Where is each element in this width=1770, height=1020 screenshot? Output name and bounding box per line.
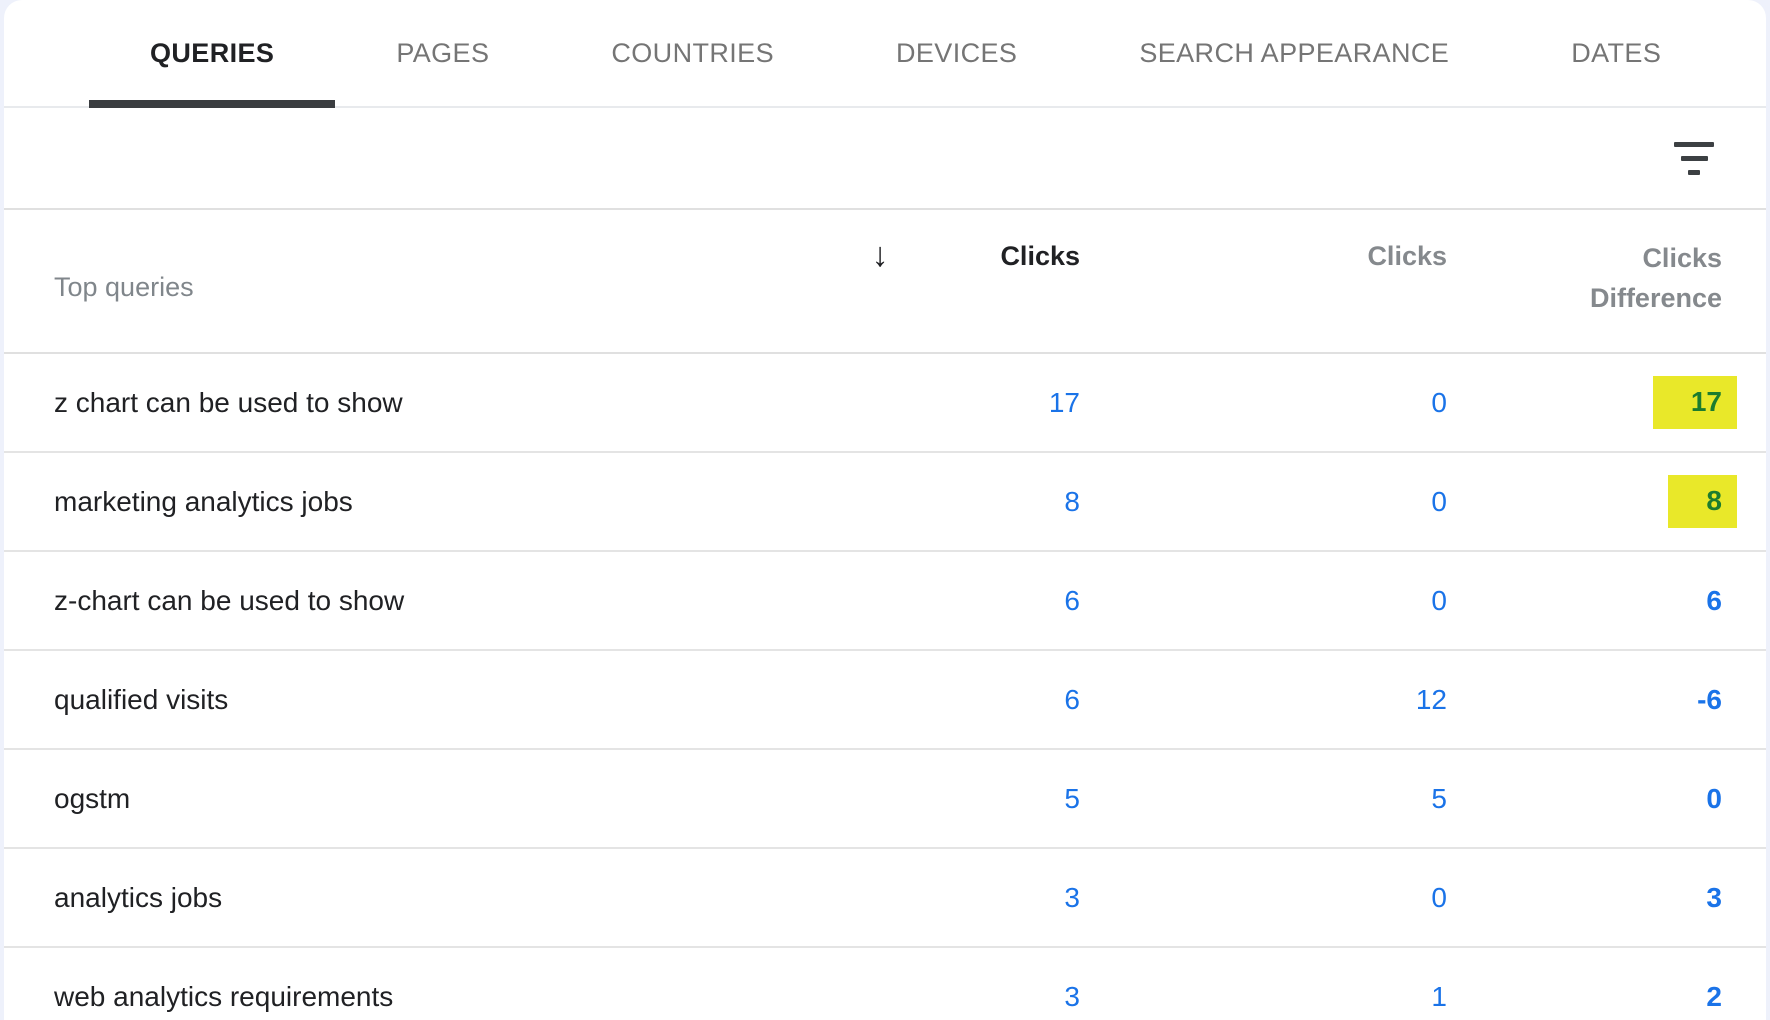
clicks-current-cell[interactable]: 5 xyxy=(800,783,1080,815)
clicks-difference-cell: 8 xyxy=(1447,475,1737,528)
clicks-previous-cell[interactable]: 1 xyxy=(1080,981,1447,1013)
tab-pages[interactable]: PAGES xyxy=(335,0,550,106)
query-cell: marketing analytics jobs xyxy=(54,485,353,517)
table-row[interactable]: qualified visits 6 12 -6 xyxy=(4,651,1766,750)
clicks-previous-cell[interactable]: 0 xyxy=(1080,585,1447,617)
tab-search-appearance[interactable]: SEARCH APPEARANCE xyxy=(1078,0,1510,106)
difference-value: 2 xyxy=(1706,980,1722,1012)
clicks-previous-cell[interactable]: 0 xyxy=(1080,882,1447,914)
clicks-difference-cell: 17 xyxy=(1447,376,1737,429)
table-row[interactable]: z chart can be used to show 17 0 17 xyxy=(4,354,1766,453)
clicks-difference-cell: 3 xyxy=(1447,882,1722,914)
table-toolbar xyxy=(4,108,1766,210)
clicks-current-cell[interactable]: 6 xyxy=(800,585,1080,617)
clicks-difference-header-line1: Clicks xyxy=(1642,243,1722,273)
dimension-tabs: QUERIES PAGES COUNTRIES DEVICES SEARCH A… xyxy=(4,0,1766,108)
tab-countries[interactable]: COUNTRIES xyxy=(550,0,835,106)
table-header-row: Top queries ↓ Clicks Clicks Clicks Diffe… xyxy=(4,210,1766,354)
top-queries-header[interactable]: Top queries xyxy=(54,210,800,352)
sort-descending-icon[interactable]: ↓ xyxy=(871,238,888,272)
clicks-previous-cell[interactable]: 0 xyxy=(1080,486,1447,518)
table-row[interactable]: analytics jobs 3 0 3 xyxy=(4,849,1766,948)
difference-value: 6 xyxy=(1706,584,1722,616)
clicks-current-cell[interactable]: 8 xyxy=(800,486,1080,518)
tab-dates[interactable]: DATES xyxy=(1510,0,1722,106)
clicks-previous-header[interactable]: Clicks xyxy=(1080,210,1447,352)
clicks-previous-cell[interactable]: 5 xyxy=(1080,783,1447,815)
clicks-current-cell[interactable]: 6 xyxy=(800,684,1080,716)
clicks-difference-cell: 6 xyxy=(1447,585,1722,617)
tab-queries[interactable]: QUERIES xyxy=(89,0,336,108)
clicks-previous-cell[interactable]: 12 xyxy=(1080,684,1447,716)
difference-value: -6 xyxy=(1697,683,1722,715)
clicks-current-cell[interactable]: 17 xyxy=(800,387,1080,419)
filter-list-icon[interactable] xyxy=(1668,136,1720,181)
query-cell: ogstm xyxy=(54,782,131,814)
query-cell: z-chart can be used to show xyxy=(54,584,405,616)
difference-value: 0 xyxy=(1706,782,1722,814)
clicks-current-header-cell[interactable]: ↓ Clicks xyxy=(800,210,1080,352)
query-cell: z chart can be used to show xyxy=(54,386,403,418)
clicks-previous-cell[interactable]: 0 xyxy=(1080,387,1447,419)
table-row[interactable]: z-chart can be used to show 6 0 6 xyxy=(4,552,1766,651)
clicks-current-cell[interactable]: 3 xyxy=(800,981,1080,1013)
clicks-difference-cell: 0 xyxy=(1447,783,1722,815)
table-row[interactable]: marketing analytics jobs 8 0 8 xyxy=(4,453,1766,552)
difference-value: 3 xyxy=(1706,881,1722,913)
highlighted-difference-value: 8 xyxy=(1668,475,1737,528)
clicks-difference-header-line2: Difference xyxy=(1589,283,1722,313)
tab-devices[interactable]: DEVICES xyxy=(835,0,1078,106)
table-row[interactable]: web analytics requirements 3 1 2 xyxy=(4,948,1766,1020)
query-cell: qualified visits xyxy=(54,683,229,715)
clicks-difference-header[interactable]: Clicks Difference xyxy=(1447,210,1722,352)
query-cell: web analytics requirements xyxy=(54,980,394,1012)
table-row[interactable]: ogstm 5 5 0 xyxy=(4,750,1766,849)
highlighted-difference-value: 17 xyxy=(1652,376,1737,429)
query-cell: analytics jobs xyxy=(54,881,223,913)
clicks-current-header-label[interactable]: Clicks xyxy=(1000,238,1080,274)
clicks-current-cell[interactable]: 3 xyxy=(800,882,1080,914)
performance-report-card: QUERIES PAGES COUNTRIES DEVICES SEARCH A… xyxy=(4,0,1766,1020)
clicks-difference-cell: -6 xyxy=(1447,684,1722,716)
clicks-difference-cell: 2 xyxy=(1447,981,1722,1013)
